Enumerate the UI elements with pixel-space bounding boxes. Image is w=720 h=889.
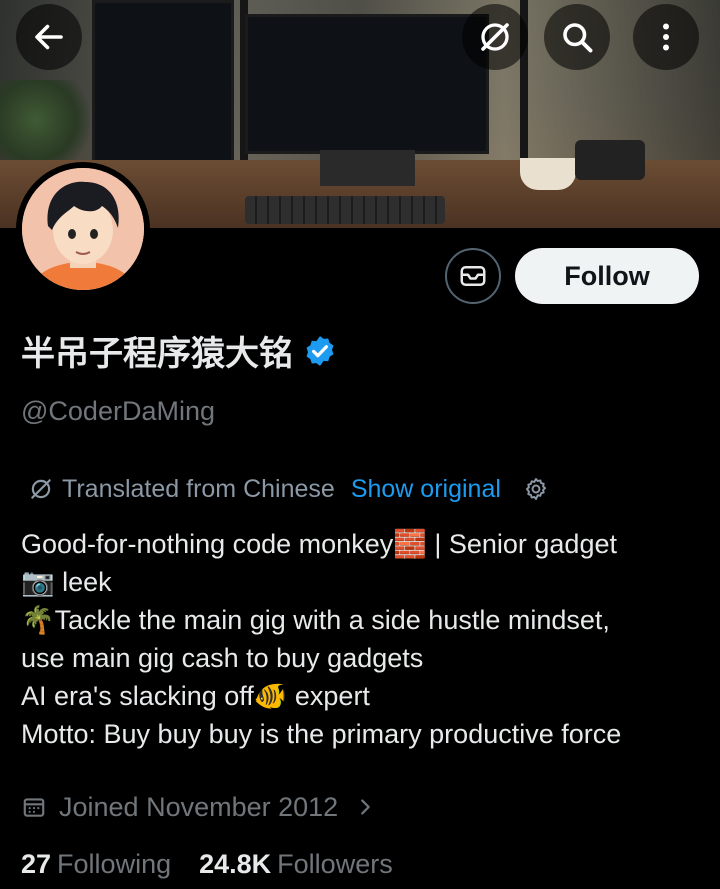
back-button[interactable] — [16, 4, 82, 70]
joined-date: Joined November 2012 — [59, 791, 339, 822]
follow-button[interactable]: Follow — [515, 248, 699, 304]
bio-line: use main gig cash to buy gadgets — [21, 643, 424, 673]
verified-badge-icon[interactable] — [303, 334, 337, 368]
search-icon — [563, 23, 593, 53]
followers-link[interactable]: 24.8K Followers — [199, 849, 393, 880]
mail-icon — [460, 266, 486, 286]
following-link[interactable]: 27 Following — [21, 849, 171, 880]
following-label: Following — [57, 848, 172, 879]
translate-icon — [31, 479, 51, 499]
user-handle: @CoderDaMing — [21, 396, 215, 426]
profile-bio: Good-for-nothing code monkey🧱 | Senior g… — [21, 525, 711, 753]
gear-icon[interactable] — [523, 476, 549, 502]
message-button[interactable] — [445, 248, 501, 304]
followers-label: Followers — [277, 848, 393, 879]
arrow-left-icon — [35, 24, 63, 50]
followers-count: 24.8K — [199, 848, 272, 879]
translation-label: Translated from Chinese — [62, 474, 335, 503]
avatar[interactable] — [16, 162, 150, 296]
search-button[interactable] — [544, 4, 610, 70]
more-button[interactable] — [633, 4, 699, 70]
bio-line: Good-for-nothing code monkey🧱 | Senior g… — [21, 529, 617, 559]
translation-row: Translated from Chinese Show original — [28, 472, 549, 506]
more-vertical-icon — [663, 23, 669, 51]
chevron-right-icon — [361, 799, 370, 815]
avatar-illustration — [22, 168, 144, 290]
follow-stats: 27 Following 24.8K Followers — [21, 846, 393, 882]
bio-line: 🌴Tackle the main gig with a side hustle … — [21, 605, 610, 635]
bio-line: Motto: Buy buy buy is the primary produc… — [21, 719, 622, 749]
following-count: 27 — [21, 848, 52, 879]
bio-line: AI era's slacking off🐠 expert — [21, 681, 370, 711]
calendar-icon — [23, 798, 45, 817]
display-name: 半吊子程序猿大铭 — [21, 334, 293, 374]
slash-circle-icon — [481, 23, 509, 51]
show-original-link[interactable]: Show original — [351, 475, 501, 504]
display-name-row: 半吊子程序猿大铭 — [21, 326, 337, 375]
bio-line: 📷 leek — [21, 567, 112, 597]
joined-date-row[interactable]: Joined November 2012 — [21, 790, 388, 824]
grok-button[interactable] — [462, 4, 528, 70]
profile-page: Follow 半吊子程序猿大铭 @CoderDaMing Translated … — [0, 0, 720, 889]
